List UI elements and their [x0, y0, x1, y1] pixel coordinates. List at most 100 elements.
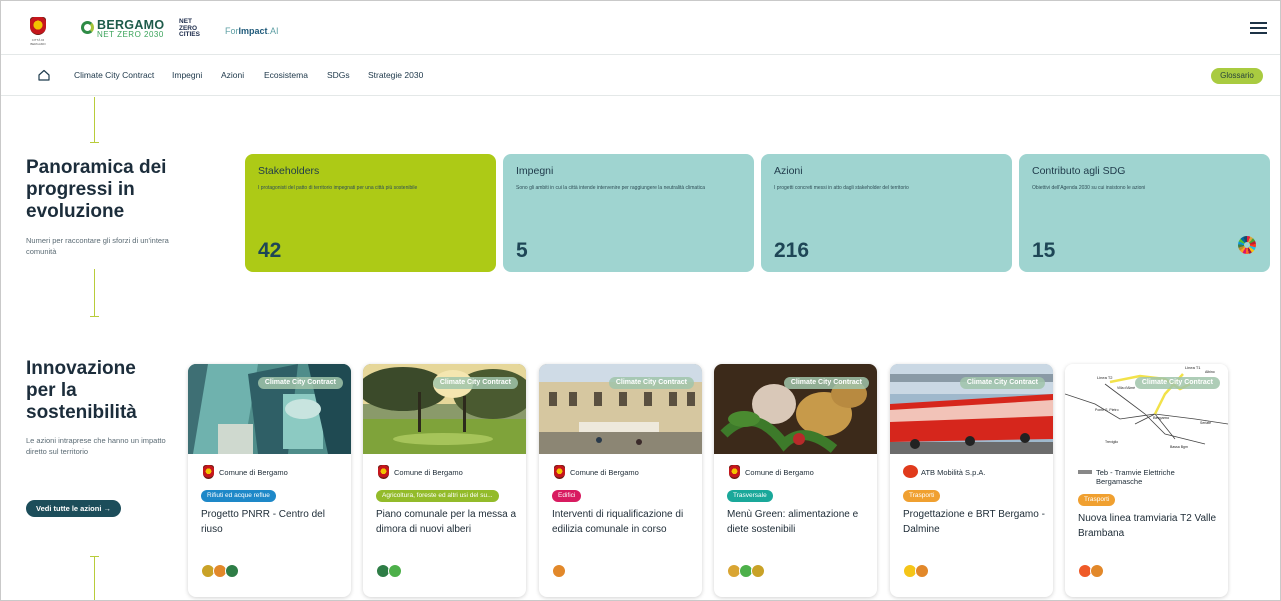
nav-ecosistema[interactable]: Ecosistema: [264, 70, 308, 80]
forimpact-prefix: For: [225, 26, 239, 36]
map-label: Treviglio: [1105, 440, 1118, 444]
card-tag: Climate City Contract: [432, 377, 518, 389]
sdg-icon: [225, 564, 239, 578]
brand-subtitle: NET ZERO 2030: [97, 30, 164, 39]
overview-subtitle: Numeri per raccontare gli sforzi di un'i…: [26, 236, 169, 256]
org-crest-icon: [378, 465, 389, 479]
atb-logo-icon: [903, 465, 918, 478]
card-tag: Climate City Contract: [783, 377, 869, 389]
home-icon[interactable]: [37, 68, 51, 82]
card-org: Comune di Bergamo: [570, 468, 639, 477]
stat-description: Obiettivi dell'Agenda 2030 su cui insist…: [1032, 185, 1146, 191]
org-crest-icon: [554, 465, 565, 479]
stat-card-impegni[interactable]: Impegni Sono gli ambiti in cui la città …: [503, 154, 754, 272]
card-title: Progettazione e BRT Bergamo - Dalmine: [903, 509, 1045, 535]
nav-sdgs[interactable]: SDGs: [327, 70, 350, 80]
net-zero-cities-logo[interactable]: NET ZERO CITIES: [179, 18, 200, 39]
card-org: Comune di Bergamo: [745, 468, 814, 477]
city-crest-logo[interactable]: CITTÀ DI BERGAMO: [25, 13, 51, 46]
timeline-tick: [90, 316, 99, 317]
overview-title: Panoramica dei progressi in evoluzione: [26, 157, 167, 222]
crest-caption: CITTÀ DI BERGAMO: [30, 38, 46, 46]
card-title: Nuova linea tramviaria T2 Valle Brambana: [1078, 513, 1217, 539]
forimpact-suffix: .AI: [267, 26, 279, 36]
card-tag: Climate City Contract: [608, 377, 694, 389]
org-crest-icon: [729, 465, 740, 479]
card-category: Trasversale: [727, 490, 773, 502]
nav-strategie-2030[interactable]: Strategie 2030: [368, 70, 423, 80]
sdg-icon: [552, 564, 566, 578]
action-card[interactable]: Climate City Contract Comune di Bergamo …: [539, 364, 702, 597]
page: CITTÀ DI BERGAMO BERGAMO NET ZERO 2030 N…: [0, 0, 1281, 601]
sdg-icons: [552, 564, 566, 580]
sdg-icons: [376, 564, 402, 580]
top-bar: CITTÀ DI BERGAMO BERGAMO NET ZERO 2030 N…: [1, 1, 1280, 55]
map-label: Bassa Bgm: [1170, 445, 1188, 449]
card-tag: Climate City Contract: [1134, 377, 1220, 389]
action-card[interactable]: Linea T2 Linea T1 Albino Ponte S. Pietro…: [1065, 364, 1228, 597]
sdg-icons: [1078, 564, 1104, 580]
sdg-icon: [915, 564, 929, 578]
card-category: Trasporti: [1078, 494, 1116, 506]
sdg-icons: [727, 564, 765, 580]
net-zero-ring-icon: [81, 21, 94, 34]
teb-logo-icon: [1078, 470, 1092, 474]
nav-impegni[interactable]: Impegni: [172, 70, 202, 80]
main-nav: Climate City Contract Impegni Azioni Eco…: [1, 56, 1280, 96]
stat-value: 15: [1032, 239, 1056, 262]
sdg-icons: [903, 564, 929, 580]
card-title: Menù Green: alimentazione e diete sosten…: [727, 509, 859, 535]
map-label: Bergamo: [1153, 415, 1170, 420]
timeline-tick: [90, 142, 99, 143]
forimpact-logo[interactable]: ForImpact.AI: [225, 26, 279, 36]
stat-value: 216: [774, 239, 810, 262]
bergamo-net-zero-logo[interactable]: BERGAMO NET ZERO 2030: [81, 18, 171, 40]
map-label: Villa d'Almè: [1117, 386, 1135, 390]
stat-description: I progetti concreti messi in atto dagli …: [774, 185, 909, 191]
stat-value: 42: [258, 239, 282, 262]
stat-description: I protagonisti del patto di territorio i…: [258, 185, 418, 191]
nzc-line-3: CITIES: [179, 31, 200, 38]
stat-card-sdg[interactable]: Contributo agli SDG Obiettivi dell'Agend…: [1019, 154, 1270, 272]
stat-card-stakeholders[interactable]: Stakeholders I protagonisti del patto di…: [245, 154, 496, 272]
nav-azioni[interactable]: Azioni: [221, 70, 244, 80]
action-card[interactable]: Climate City Contract Comune di Bergamo …: [714, 364, 877, 597]
org-crest-icon: [203, 465, 214, 479]
card-org: ATB Mobilità S.p.A.: [921, 468, 986, 477]
card-title: Progetto PNRR - Centro del riuso: [201, 509, 325, 535]
card-tag: Climate City Contract: [959, 377, 1045, 389]
stat-title: Contributo agli SDG: [1032, 165, 1126, 177]
sdg-icon: [751, 564, 765, 578]
map-label: Linea T2: [1097, 375, 1113, 380]
card-title: Piano comunale per la messa a dimora di …: [376, 509, 517, 535]
stat-title: Impegni: [516, 165, 554, 177]
card-category: Edifici: [552, 490, 582, 502]
timeline-line: [94, 97, 95, 142]
card-title: Interventi di riqualificazione di ediliz…: [552, 509, 684, 535]
stat-value: 5: [516, 239, 528, 262]
map-label: Linea T1: [1185, 365, 1201, 370]
innovation-subtitle: Le azioni intraprese che hanno un impatt…: [26, 436, 166, 456]
stat-card-azioni[interactable]: Azioni I progetti concreti messi in atto…: [761, 154, 1012, 272]
timeline-line: [94, 556, 95, 600]
glossary-button[interactable]: Glossario: [1211, 68, 1263, 84]
forimpact-bold: Impact: [238, 26, 268, 36]
action-card[interactable]: Climate City Contract Comune di Bergamo …: [188, 364, 351, 597]
hamburger-menu-icon[interactable]: [1250, 22, 1267, 36]
see-all-actions-button[interactable]: Vedi tutte le azioni →: [26, 500, 122, 517]
card-org: Comune di Bergamo: [219, 468, 288, 477]
nav-climate-city-contract[interactable]: Climate City Contract: [74, 70, 154, 80]
map-label: Albino: [1205, 370, 1215, 374]
crest-shield-icon: [30, 17, 46, 35]
sdg-icons: [201, 564, 239, 580]
card-org: Teb - Tramvie Elettriche Bergamasche: [1096, 468, 1175, 486]
card-category: Rifiuti ed acque reflue: [201, 490, 276, 502]
action-card[interactable]: Climate City Contract Comune di Bergamo …: [363, 364, 526, 597]
card-category: Agricoltura, foreste ed altri usi del su…: [376, 490, 499, 502]
card-org: Comune di Bergamo: [394, 468, 463, 477]
stat-title: Azioni: [774, 165, 803, 177]
timeline-line: [94, 269, 95, 317]
sdg-icon: [1090, 564, 1104, 578]
action-card[interactable]: Climate City Contract ATB Mobilità S.p.A…: [890, 364, 1053, 597]
sdg-wheel-icon: [1238, 236, 1256, 254]
